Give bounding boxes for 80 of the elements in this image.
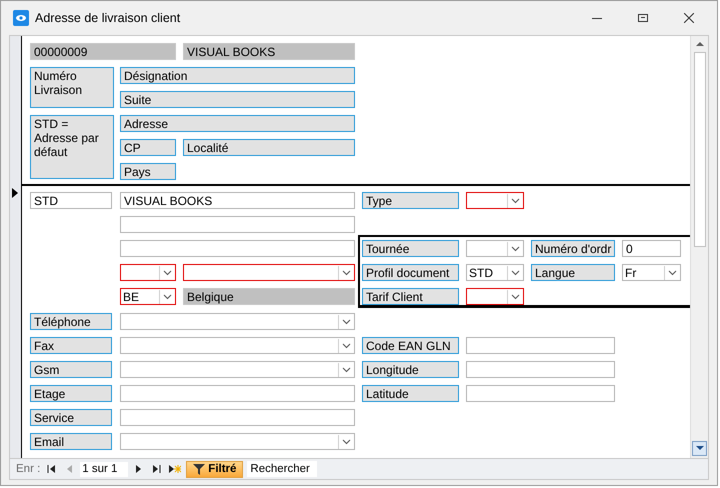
display-field: Belgique (183, 288, 355, 305)
up-arrow-icon (696, 41, 704, 46)
field-label: Profil document (362, 264, 459, 281)
field-label: Gsm (30, 361, 112, 378)
input-field[interactable] (120, 409, 355, 426)
field-label: Type (362, 192, 459, 209)
last-record-icon (153, 465, 162, 473)
new-record-icon (169, 464, 182, 474)
field-label: Numéro Livraison (30, 67, 114, 108)
field-label: Code EAN GLN (362, 337, 459, 354)
input-field[interactable]: 0 (622, 240, 681, 257)
combo-box[interactable]: BE (120, 288, 176, 305)
new-record-button[interactable] (168, 462, 182, 476)
dropdown-icon (342, 366, 350, 372)
field-label: Service (30, 409, 112, 426)
input-field[interactable] (466, 361, 615, 378)
field-label: Langue (531, 264, 615, 281)
dropdown-icon (342, 270, 350, 276)
display-field: VISUAL BOOKS (183, 43, 355, 60)
combo-box[interactable] (120, 433, 355, 450)
record-label: Enr : (16, 463, 40, 475)
input-field[interactable] (120, 240, 355, 257)
next-icon (136, 465, 142, 473)
restore-icon (638, 13, 648, 23)
filter-icon (193, 464, 206, 474)
down-arrow-icon (696, 446, 704, 451)
input-field[interactable] (466, 385, 615, 402)
app-icon (13, 10, 29, 26)
field-label: Désignation (120, 67, 355, 84)
field-label: Suite (120, 91, 355, 108)
field-label: Tarif Client (362, 288, 459, 305)
dropdown-icon (342, 318, 350, 324)
field-label: CP (120, 139, 176, 156)
dropdown-icon (510, 270, 520, 276)
dropdown-icon (162, 270, 172, 276)
combo-box[interactable] (120, 313, 355, 330)
input-field[interactable] (466, 337, 615, 354)
dropdown-icon (510, 294, 520, 300)
field-label: Fax (30, 337, 112, 354)
input-field[interactable]: VISUAL BOOKS (120, 192, 355, 209)
field-label: Localité (183, 139, 355, 156)
combo-box[interactable] (183, 264, 355, 281)
field-label: Tournée (362, 240, 459, 257)
combo-box[interactable] (120, 264, 176, 281)
input-field[interactable] (120, 216, 355, 233)
record-position-field[interactable]: 1 sur 1 (80, 462, 128, 476)
field-label: Adresse (120, 115, 355, 132)
dropdown-icon (510, 246, 520, 252)
field-label: Latitude (362, 385, 459, 402)
combo-box[interactable] (466, 240, 524, 257)
field-label: Pays (120, 163, 176, 180)
dropdown-icon (162, 294, 172, 300)
combo-box[interactable] (466, 192, 524, 209)
dropdown-icon (510, 198, 520, 204)
combo-box[interactable] (466, 288, 524, 305)
input-field[interactable]: STD (30, 192, 112, 209)
input-field[interactable] (120, 385, 355, 402)
close-icon (684, 13, 694, 23)
display-field: 00000009 (30, 43, 176, 60)
scrollbar[interactable] (690, 36, 708, 458)
field-label: STD = Adresse par défaut (30, 115, 114, 179)
first-record-icon (47, 465, 56, 473)
previous-icon (66, 465, 72, 473)
combo-box[interactable]: STD (466, 264, 524, 281)
field-label: Email (30, 433, 112, 450)
scroll-thumb[interactable] (694, 52, 706, 247)
filter-button[interactable]: Filtré (186, 460, 244, 478)
window-title: Adresse de livraison client (35, 11, 182, 25)
dropdown-icon (668, 270, 676, 276)
combo-box[interactable] (120, 337, 355, 354)
dropdown-icon (342, 438, 350, 444)
field-label: Etage (30, 385, 112, 402)
field-label: Longitude (362, 361, 459, 378)
combo-box[interactable]: Fr (622, 264, 681, 281)
scroll-down-button[interactable] (692, 441, 707, 456)
combo-box[interactable] (120, 361, 355, 378)
field-label: Téléphone (30, 313, 112, 330)
field-label: Numéro d'ordr (531, 240, 615, 257)
dropdown-icon (342, 342, 350, 348)
search-field[interactable]: Rechercher (247, 461, 318, 477)
